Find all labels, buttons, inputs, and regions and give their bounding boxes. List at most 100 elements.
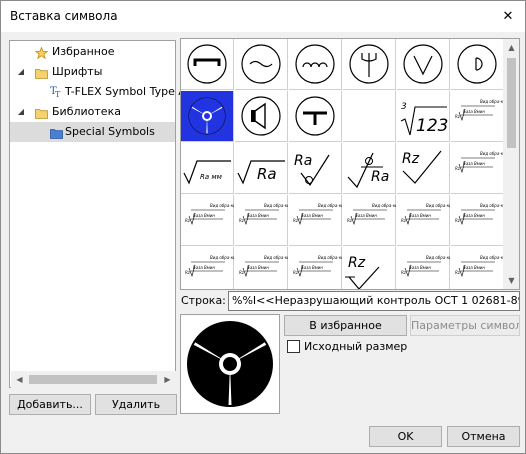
scroll-up-icon[interactable]: ▲ bbox=[503, 39, 519, 56]
scroll-down-icon[interactable]: ▼ bbox=[503, 272, 519, 289]
collapse-arrow-icon[interactable]: ◢ bbox=[16, 102, 26, 122]
cube-root-symbol-icon: 3 123 bbox=[400, 102, 448, 136]
close-icon[interactable]: ✕ bbox=[491, 1, 525, 32]
cancel-button[interactable]: Отмена bbox=[447, 426, 520, 447]
scroll-left-icon[interactable]: ◀ bbox=[11, 371, 28, 388]
note-symbol-icon: Вид обра-киБазa ВминRz bbox=[455, 151, 504, 173]
grid-vertical-scrollbar[interactable]: ▲ ▼ bbox=[503, 39, 519, 289]
rz-small-symbol-icon: Rz bbox=[345, 255, 380, 289]
symbol-cell-conveyor-symbol[interactable] bbox=[181, 39, 234, 90]
symbol-cell-ra-arrow-symbol[interactable]: Ra bbox=[343, 143, 396, 194]
triangle-symbol-icon bbox=[403, 44, 443, 84]
string-input[interactable]: %%I<<Неразрушающий контроль ОСТ 1 02681-… bbox=[228, 291, 520, 311]
symbol-preview bbox=[180, 314, 280, 414]
svg-text:T: T bbox=[55, 90, 61, 98]
symbol-cell-note-symbol[interactable]: Вид обра-ки Базa Вмин Rz bbox=[289, 247, 342, 289]
tree-item-favorites[interactable]: Избранное bbox=[10, 42, 175, 62]
symbol-cell-empty[interactable] bbox=[343, 91, 396, 142]
symbol-cell-note-symbol[interactable]: Вид обра-ки Базa Вмин Rz bbox=[289, 195, 342, 246]
symbol-cell-heater-symbol[interactable] bbox=[289, 39, 342, 90]
scrollbar-thumb[interactable] bbox=[29, 375, 157, 384]
symbol-cell-root-ra-symbol[interactable]: Ra bbox=[235, 143, 288, 194]
svg-text:Ra: Ra bbox=[371, 169, 389, 185]
delete-button[interactable]: Удалить bbox=[95, 394, 177, 415]
symbol-cell-rz-symbol[interactable]: Rz bbox=[397, 143, 450, 194]
symbol-cell-radiation-symbol[interactable] bbox=[181, 91, 234, 142]
svg-text:Вид обра-ки: Вид обра-ки bbox=[372, 203, 396, 208]
symbol-cell-rz-small-symbol[interactable]: Rz bbox=[343, 247, 396, 289]
symbol-cell-root-ra-small-symbol[interactable]: Ra мм bbox=[181, 143, 234, 194]
symbol-cell-note-symbol[interactable]: Вид обра-ки Базa Вмин Rz bbox=[451, 195, 504, 246]
symbol-grid[interactable]: 3 123 Вид обра-ки Базa Вмин Rz Ra мм Ra Ra Ra Rz В… bbox=[180, 38, 520, 290]
note-symbol-icon: Вид обра-киБазa ВминRz bbox=[401, 255, 450, 277]
svg-text:Вид обра-ки: Вид обра-ки bbox=[480, 203, 504, 208]
svg-text:Вид обра-ки: Вид обра-ки bbox=[210, 203, 234, 208]
symbol-cell-cube-root-symbol[interactable]: 3 123 bbox=[397, 91, 450, 142]
string-label: Строка: bbox=[181, 294, 226, 307]
tree-item-label: Шрифты bbox=[52, 65, 103, 78]
symbol-cell-note-symbol[interactable]: Вид обра-ки Базa Вмин Rz bbox=[235, 195, 288, 246]
svg-text:Базa Вмин: Базa Вмин bbox=[463, 213, 485, 218]
symbol-cell-speaker-symbol[interactable] bbox=[235, 91, 288, 142]
collapse-arrow-icon[interactable]: ◢ bbox=[16, 62, 26, 82]
svg-text:Вид обра-ки: Вид обра-ки bbox=[480, 151, 504, 156]
svg-text:Вид обра-ки: Вид обра-ки bbox=[480, 255, 504, 260]
svg-text:Ra мм: Ra мм bbox=[200, 173, 223, 181]
symbol-cell-note-symbol[interactable]: Вид обра-ки Базa Вмин Rz bbox=[235, 247, 288, 289]
folder-icon bbox=[35, 106, 48, 119]
svg-text:Вид обра-ки: Вид обра-ки bbox=[426, 255, 450, 260]
tree-horizontal-scrollbar[interactable]: ◀ ▶ bbox=[11, 371, 176, 388]
scroll-right-icon[interactable]: ▶ bbox=[159, 371, 176, 388]
svg-text:Базa Вмин: Базa Вмин bbox=[463, 265, 485, 270]
symbol-cell-note-symbol[interactable]: Вид обра-ки Базa Вмин Rz bbox=[181, 247, 234, 289]
note-symbol-icon: Вид обра-киБазa ВминRz bbox=[455, 203, 504, 225]
insert-symbol-dialog: Вставка символа ✕ Избранное ◢ Шрифты TT … bbox=[0, 0, 526, 454]
add-button[interactable]: Добавить... bbox=[9, 394, 91, 415]
svg-text:Вид обра-ки: Вид обра-ки bbox=[426, 203, 450, 208]
tree-item-tflex-font[interactable]: TT T-FLEX Symbol Type A bbox=[10, 82, 186, 102]
note-symbol-icon: Вид обра-киБазa ВминRz bbox=[293, 255, 342, 277]
note-symbol-icon: Вид обра-киБазa ВминRz bbox=[239, 255, 288, 277]
svg-text:Базa Вмин: Базa Вмин bbox=[355, 213, 377, 218]
add-to-favorites-button[interactable]: В избранное bbox=[284, 315, 407, 336]
symbol-cell-ra-circle-symbol[interactable]: Ra bbox=[289, 143, 342, 194]
symbol-cell-tee-symbol[interactable] bbox=[289, 91, 342, 142]
tree-item-library[interactable]: ◢ Библиотека bbox=[10, 102, 175, 122]
symbol-cell-note-symbol[interactable]: Вид обра-ки Базa Вмин Rz bbox=[451, 91, 504, 142]
tree-item-fonts[interactable]: ◢ Шрифты bbox=[10, 62, 175, 82]
symbol-params-button[interactable]: Параметры символа... bbox=[410, 315, 520, 336]
category-tree[interactable]: Избранное ◢ Шрифты TT T-FLEX Symbol Type… bbox=[9, 40, 186, 388]
rz-symbol-icon: Rz bbox=[402, 150, 442, 184]
svg-text:Базa Вмин: Базa Вмин bbox=[301, 265, 323, 270]
symbol-cell-note-symbol[interactable]: Вид обра-ки Базa Вмин Rz bbox=[343, 195, 396, 246]
note-symbol-icon: Вид обра-киБазa ВминRz bbox=[185, 203, 234, 225]
note-symbol-icon: Вид обра-киБазa ВминRz bbox=[455, 255, 504, 277]
svg-text:Ra: Ra bbox=[294, 153, 312, 169]
svg-text:Вид обра-ки: Вид обра-ки bbox=[318, 203, 342, 208]
tree-item-label: Библиотека bbox=[52, 105, 121, 118]
symbol-cell-note-symbol[interactable]: Вид обра-ки Базa Вмин Rz bbox=[451, 143, 504, 194]
symbol-cell-note-symbol[interactable]: Вид обра-ки Базa Вмин Rz bbox=[181, 195, 234, 246]
symbol-cell-bell-symbol[interactable] bbox=[451, 39, 504, 90]
note-symbol-icon: Вид обра-киБазa ВминRz bbox=[185, 255, 234, 277]
ok-button[interactable]: OK bbox=[369, 426, 442, 447]
svg-text:Базa Вмин: Базa Вмин bbox=[193, 213, 215, 218]
root-ra-small-symbol-icon: Ra мм bbox=[183, 160, 231, 185]
symbol-cell-note-symbol[interactable]: Вид обра-ки Базa Вмин Rz bbox=[397, 247, 450, 289]
symbol-cell-note-symbol[interactable]: Вид обра-ки Базa Вмин Rz bbox=[451, 247, 504, 289]
symbol-cell-triangle-symbol[interactable] bbox=[397, 39, 450, 90]
heater-symbol-icon bbox=[295, 44, 335, 84]
svg-text:Базa Вмин: Базa Вмин bbox=[463, 109, 485, 114]
symbol-cell-wave-symbol[interactable] bbox=[235, 39, 288, 90]
note-symbol-icon: Вид обра-киБазa ВминRz bbox=[401, 203, 450, 225]
symbol-cell-antenna-symbol[interactable] bbox=[343, 39, 396, 90]
tree-item-label: Special Symbols bbox=[65, 125, 155, 138]
original-size-checkbox[interactable] bbox=[287, 340, 300, 353]
tree-item-special-symbols[interactable]: Special Symbols bbox=[10, 122, 175, 142]
scrollbar-thumb[interactable] bbox=[507, 58, 516, 148]
svg-text:3: 3 bbox=[401, 102, 407, 112]
symbol-cell-note-symbol[interactable]: Вид обра-ки Базa Вмин Rz bbox=[397, 195, 450, 246]
title-bar[interactable]: Вставка символа ✕ bbox=[1, 1, 525, 32]
tree-item-label: Избранное bbox=[52, 45, 115, 58]
svg-text:Базa Вмин: Базa Вмин bbox=[463, 161, 485, 166]
